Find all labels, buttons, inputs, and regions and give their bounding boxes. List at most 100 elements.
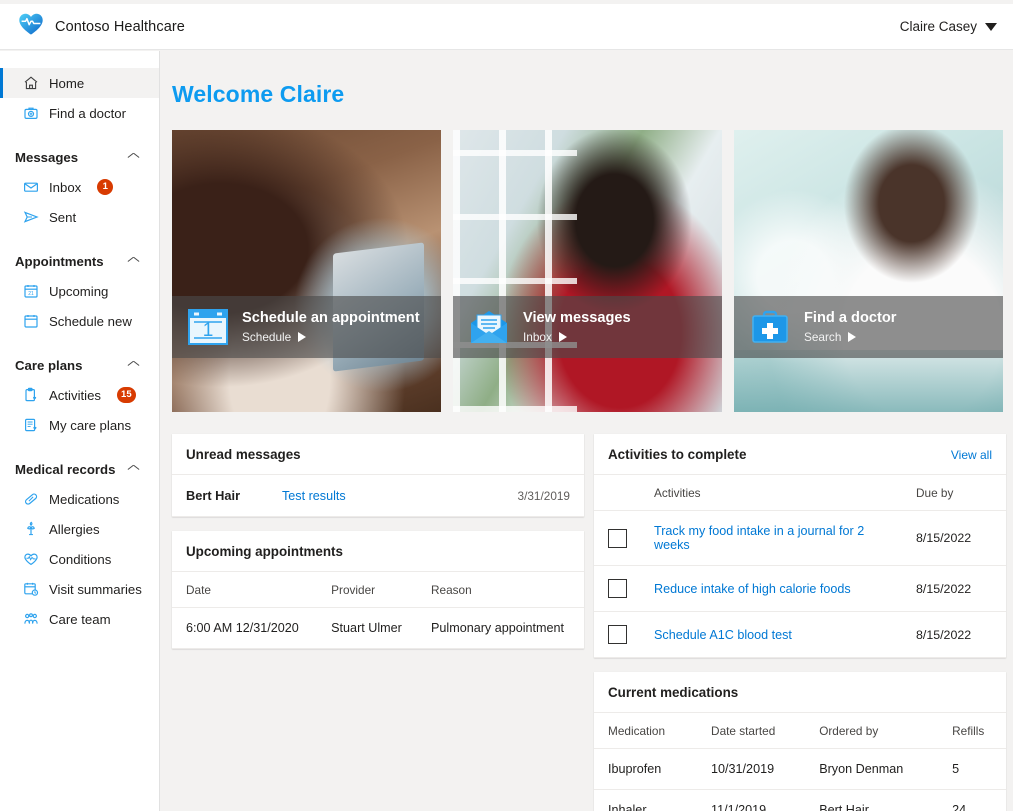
- table-row[interactable]: 6:00 AM 12/31/2020 Stuart Ulmer Pulmonar…: [172, 607, 584, 649]
- activity-checkbox[interactable]: [608, 625, 627, 644]
- column-header-date: Date: [172, 572, 318, 608]
- unread-messages-table: Bert Hair Test results 3/31/2019: [172, 475, 584, 517]
- main-content: Welcome Claire 1 Schedule an appointment…: [160, 51, 1013, 811]
- brand-name: Contoso Healthcare: [55, 18, 185, 35]
- panel-title: Unread messages: [186, 447, 301, 462]
- sidebar-item-sent[interactable]: Sent: [0, 202, 159, 232]
- sidebar-item-upcoming[interactable]: 21 Upcoming: [0, 276, 159, 306]
- pill-icon: [22, 491, 39, 508]
- hero-action-label: Inbox: [523, 329, 552, 344]
- hero-photo-telehealth: [172, 130, 441, 412]
- sidebar-item-allergies[interactable]: Allergies: [0, 514, 159, 544]
- dashboard-columns: Unread messages Bert Hair Test results 3…: [172, 434, 1006, 811]
- hero-action: Search: [804, 330, 896, 344]
- activity-name-link[interactable]: Schedule A1C blood test: [640, 611, 902, 658]
- svg-text:1: 1: [203, 320, 214, 341]
- left-column: Unread messages Bert Hair Test results 3…: [172, 434, 584, 663]
- table-header-row: Date Provider Reason: [172, 572, 584, 608]
- chevron-up-icon: [128, 258, 139, 265]
- medication-ordered-by: Bert Hair: [805, 789, 939, 811]
- panel-header: Current medications: [594, 672, 1006, 713]
- appointment-provider: Stuart Ulmer: [317, 607, 417, 649]
- chevron-down-icon: [985, 22, 997, 31]
- medications-table: Medication Date started Ordered by Refil…: [594, 713, 1006, 811]
- hero-photo-woman-phone: [453, 130, 722, 412]
- sidebar-item-activities[interactable]: Activities 15: [0, 380, 159, 410]
- activity-name-link[interactable]: Track my food intake in a journal for 2 …: [640, 510, 902, 566]
- user-menu[interactable]: Claire Casey: [900, 19, 997, 34]
- message-subject-link[interactable]: Test results: [268, 475, 431, 517]
- sidebar-group-label: Messages: [15, 149, 79, 165]
- column-header-reason: Reason: [417, 572, 584, 608]
- column-header-date-started: Date started: [697, 713, 806, 749]
- sidebar-item-label: Home: [49, 75, 85, 91]
- panel-title: Upcoming appointments: [186, 544, 343, 559]
- activity-checkbox[interactable]: [608, 528, 627, 548]
- activity-checkbox-cell: [594, 510, 640, 566]
- envelope-icon: [22, 179, 39, 196]
- heart-pulse-icon: [22, 551, 39, 568]
- activity-name-link[interactable]: Reduce intake of high calorie foods: [640, 565, 902, 612]
- sidebar-item-visit-summaries[interactable]: Visit summaries: [0, 574, 159, 604]
- heart-pulse-logo-icon: [18, 12, 44, 41]
- hero-action: Schedule: [242, 330, 420, 344]
- sidebar-item-find-a-doctor[interactable]: Find a doctor: [0, 98, 159, 128]
- table-row[interactable]: Schedule A1C blood test 8/15/2022: [594, 611, 1006, 658]
- panel-title: Current medications: [608, 685, 739, 700]
- table-header-row: Activities Due by: [594, 475, 1006, 511]
- hero-text: Schedule an appointment Schedule: [242, 310, 420, 343]
- table-row[interactable]: Inhaler 11/1/2019 Bert Hair 24: [594, 789, 1006, 811]
- table-row[interactable]: Reduce intake of high calorie foods 8/15…: [594, 565, 1006, 612]
- calendar-icon: [22, 313, 39, 330]
- medication-date-started: 11/1/2019: [697, 789, 806, 811]
- message-sender: Bert Hair: [172, 475, 268, 517]
- open-envelope-icon: [467, 307, 511, 347]
- sidebar-item-care-team[interactable]: Care team: [0, 604, 159, 634]
- message-date: 3/31/2019: [430, 475, 584, 517]
- panel-header: Activities to complete View all: [594, 434, 1006, 475]
- sidebar-item-medications[interactable]: Medications: [0, 484, 159, 514]
- sidebar-group-care-plans[interactable]: Care plans: [0, 350, 159, 380]
- sidebar-group-appointments[interactable]: Appointments: [0, 246, 159, 276]
- brand[interactable]: Contoso Healthcare: [18, 12, 185, 41]
- calendar-clock-icon: [22, 581, 39, 598]
- activities-table: Activities Due by Track my food intake i…: [594, 475, 1006, 658]
- hero-title: Find a doctor: [804, 310, 897, 327]
- sidebar-group-medical-records[interactable]: Medical records: [0, 454, 159, 484]
- hero-action-label: Schedule: [242, 329, 292, 344]
- sidebar-item-my-care-plans[interactable]: My care plans: [0, 410, 159, 440]
- activity-checkbox-cell: [594, 611, 640, 658]
- column-header-provider: Provider: [317, 572, 417, 608]
- appointment-reason: Pulmonary appointment: [417, 607, 584, 649]
- sidebar-item-schedule-new[interactable]: Schedule new: [0, 306, 159, 336]
- chevron-up-icon: [128, 154, 139, 161]
- hero-card-row: 1 Schedule an appointment Schedule View …: [172, 130, 1003, 412]
- hero-overlay: View messages Inbox: [453, 296, 722, 358]
- sidebar-item-home[interactable]: Home: [0, 68, 159, 98]
- table-row[interactable]: Track my food intake in a journal for 2 …: [594, 510, 1006, 566]
- view-all-link[interactable]: View all: [951, 448, 992, 462]
- sidebar-group-messages[interactable]: Messages: [0, 142, 159, 172]
- column-header-ordered-by: Ordered by: [805, 713, 939, 749]
- sidebar-item-conditions[interactable]: Conditions: [0, 544, 159, 574]
- table-row[interactable]: Ibuprofen 10/31/2019 Bryon Denman 5: [594, 748, 1006, 790]
- allergy-plant-icon: [22, 521, 39, 538]
- hero-text: View messages Inbox: [523, 310, 631, 343]
- column-header-refills: Refills: [938, 713, 1006, 749]
- activity-checkbox[interactable]: [608, 579, 627, 598]
- hero-card-view-messages[interactable]: View messages Inbox: [453, 130, 722, 412]
- hero-action-label: Search: [804, 329, 842, 344]
- sidebar-nav: Home Find a doctor Messages Inbox 1 Sent…: [0, 51, 160, 811]
- medication-date-started: 10/31/2019: [697, 748, 806, 790]
- doctor-bag-icon: [22, 105, 39, 122]
- hero-card-schedule-appointment[interactable]: 1 Schedule an appointment Schedule: [172, 130, 441, 412]
- hero-card-find-a-doctor[interactable]: Find a doctor Search: [734, 130, 1003, 412]
- play-arrow-icon: [298, 331, 307, 342]
- chevron-up-icon: [128, 466, 139, 473]
- table-row[interactable]: Bert Hair Test results 3/31/2019: [172, 475, 584, 517]
- activity-due-date: 8/15/2022: [902, 565, 1006, 612]
- sidebar-item-inbox[interactable]: Inbox 1: [0, 172, 159, 202]
- medication-ordered-by: Bryon Denman: [805, 748, 939, 790]
- sidebar-group-label: Care plans: [15, 357, 83, 373]
- play-arrow-icon: [848, 331, 857, 342]
